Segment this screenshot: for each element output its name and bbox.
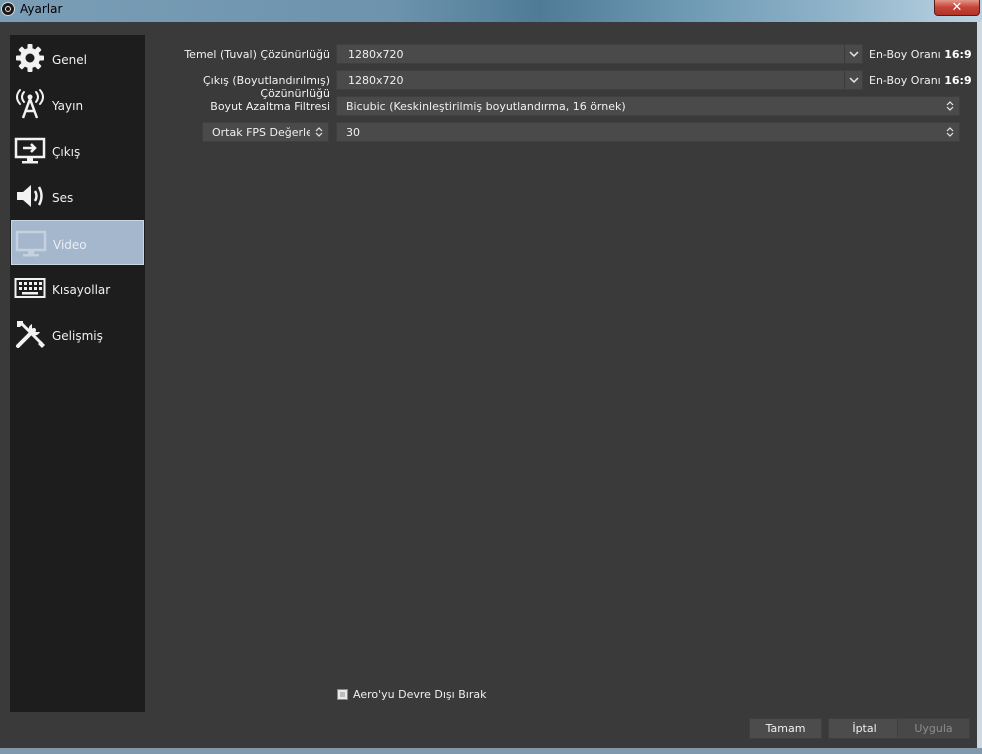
speaker-icon	[17, 185, 43, 207]
settings-sidebar: Genel Yayın Çıkış Ses Video Kısayollar G…	[10, 35, 145, 712]
dropdown-button[interactable]	[844, 45, 862, 63]
cancel-button[interactable]: İptal	[828, 718, 901, 739]
obs-logo-icon	[1, 2, 15, 16]
close-button[interactable]: ✕	[934, 0, 980, 16]
base-aspect-ratio: En-Boy Oranı 16:9	[869, 48, 972, 61]
window-frame-right	[977, 22, 982, 754]
aspect-ratio-label: En-Boy Oranı	[869, 48, 941, 61]
sidebar-item-label: Yayın	[52, 99, 84, 113]
downscale-filter-label: Boyut Azaltma Filtresi	[210, 100, 330, 113]
gear-icon	[16, 44, 44, 72]
dropdown-button[interactable]	[844, 71, 862, 89]
select-arrows[interactable]	[941, 97, 959, 115]
downscale-filter-value: Bicubic (Keskinleştirilmiş boyutlandırma…	[346, 100, 626, 113]
apply-button[interactable]: Uygula	[897, 718, 970, 739]
output-monitor-icon	[14, 137, 46, 164]
output-resolution-value: 1280x720	[348, 74, 404, 87]
output-resolution-combobox[interactable]: 1280x720	[336, 70, 863, 90]
select-arrows[interactable]	[941, 123, 959, 141]
broadcast-antenna-icon	[16, 89, 44, 119]
window-frame-bottom	[0, 748, 982, 754]
sidebar-item-cikis[interactable]: Çıkış	[11, 128, 144, 173]
fps-type-value: Ortak FPS Değerleri	[212, 126, 321, 139]
fps-value-select[interactable]: 30	[336, 122, 960, 142]
sidebar-item-label: Ses	[52, 191, 74, 205]
sidebar-item-label: Gelişmiş	[52, 329, 103, 343]
select-arrows[interactable]	[310, 123, 328, 141]
base-resolution-combobox[interactable]: 1280x720	[336, 44, 863, 64]
aspect-ratio-value: 16:9	[944, 74, 972, 87]
aspect-ratio-value: 16:9	[944, 48, 972, 61]
chevron-down-icon	[849, 77, 859, 84]
ok-button[interactable]: Tamam	[749, 718, 822, 739]
sidebar-item-ses[interactable]: Ses	[11, 174, 144, 219]
downscale-filter-select[interactable]: Bicubic (Keskinleştirilmiş boyutlandırma…	[336, 96, 960, 116]
up-down-arrows-icon	[315, 127, 323, 137]
sidebar-item-label: Genel	[52, 53, 88, 67]
fps-value: 30	[346, 126, 360, 139]
up-down-arrows-icon	[946, 127, 954, 137]
window-title: Ayarlar	[20, 2, 63, 16]
sidebar-item-kisayollar[interactable]: Kısayollar	[11, 266, 144, 311]
disable-aero-label[interactable]: Aero'yu Devre Dışı Bırak	[353, 688, 486, 701]
disable-aero-checkbox[interactable]	[337, 689, 348, 700]
monitor-icon	[15, 230, 47, 257]
keyboard-icon	[14, 278, 46, 298]
sidebar-item-gelismis[interactable]: Gelişmiş	[11, 312, 144, 357]
sidebar-item-label: Video	[53, 238, 87, 252]
sidebar-item-label: Kısayollar	[52, 283, 111, 297]
output-resolution-label: Çıkış (Boyutlandırılmış) Çözünürlüğü	[203, 74, 330, 100]
sidebar-item-genel[interactable]: Genel	[11, 36, 144, 81]
sidebar-item-yayin[interactable]: Yayın	[11, 82, 144, 127]
chevron-down-icon	[849, 51, 859, 58]
title-bar: Ayarlar ✕	[0, 0, 982, 22]
base-resolution-label: Temel (Tuval) Çözünürlüğü	[184, 48, 330, 61]
base-resolution-value: 1280x720	[348, 48, 404, 61]
tools-icon	[16, 320, 45, 348]
up-down-arrows-icon	[946, 101, 954, 111]
aspect-ratio-label: En-Boy Oranı	[869, 74, 941, 87]
sidebar-item-label: Çıkış	[52, 145, 81, 159]
fps-type-select[interactable]: Ortak FPS Değerleri	[202, 122, 329, 142]
sidebar-item-video[interactable]: Video	[11, 220, 144, 265]
output-aspect-ratio: En-Boy Oranı 16:9	[869, 74, 972, 87]
